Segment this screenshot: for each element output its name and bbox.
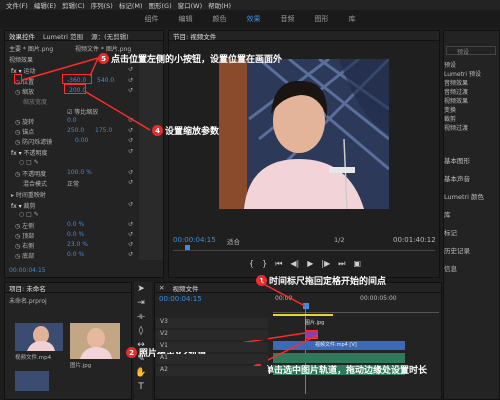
- track-header[interactable]: V2: [156, 330, 268, 340]
- track-header[interactable]: V1: [156, 342, 268, 352]
- track-header[interactable]: V3: [156, 318, 268, 328]
- annotation-arrows: [21, 57, 319, 369]
- track-header[interactable]: A2: [156, 366, 268, 376]
- track-header[interactable]: A1: [156, 354, 268, 364]
